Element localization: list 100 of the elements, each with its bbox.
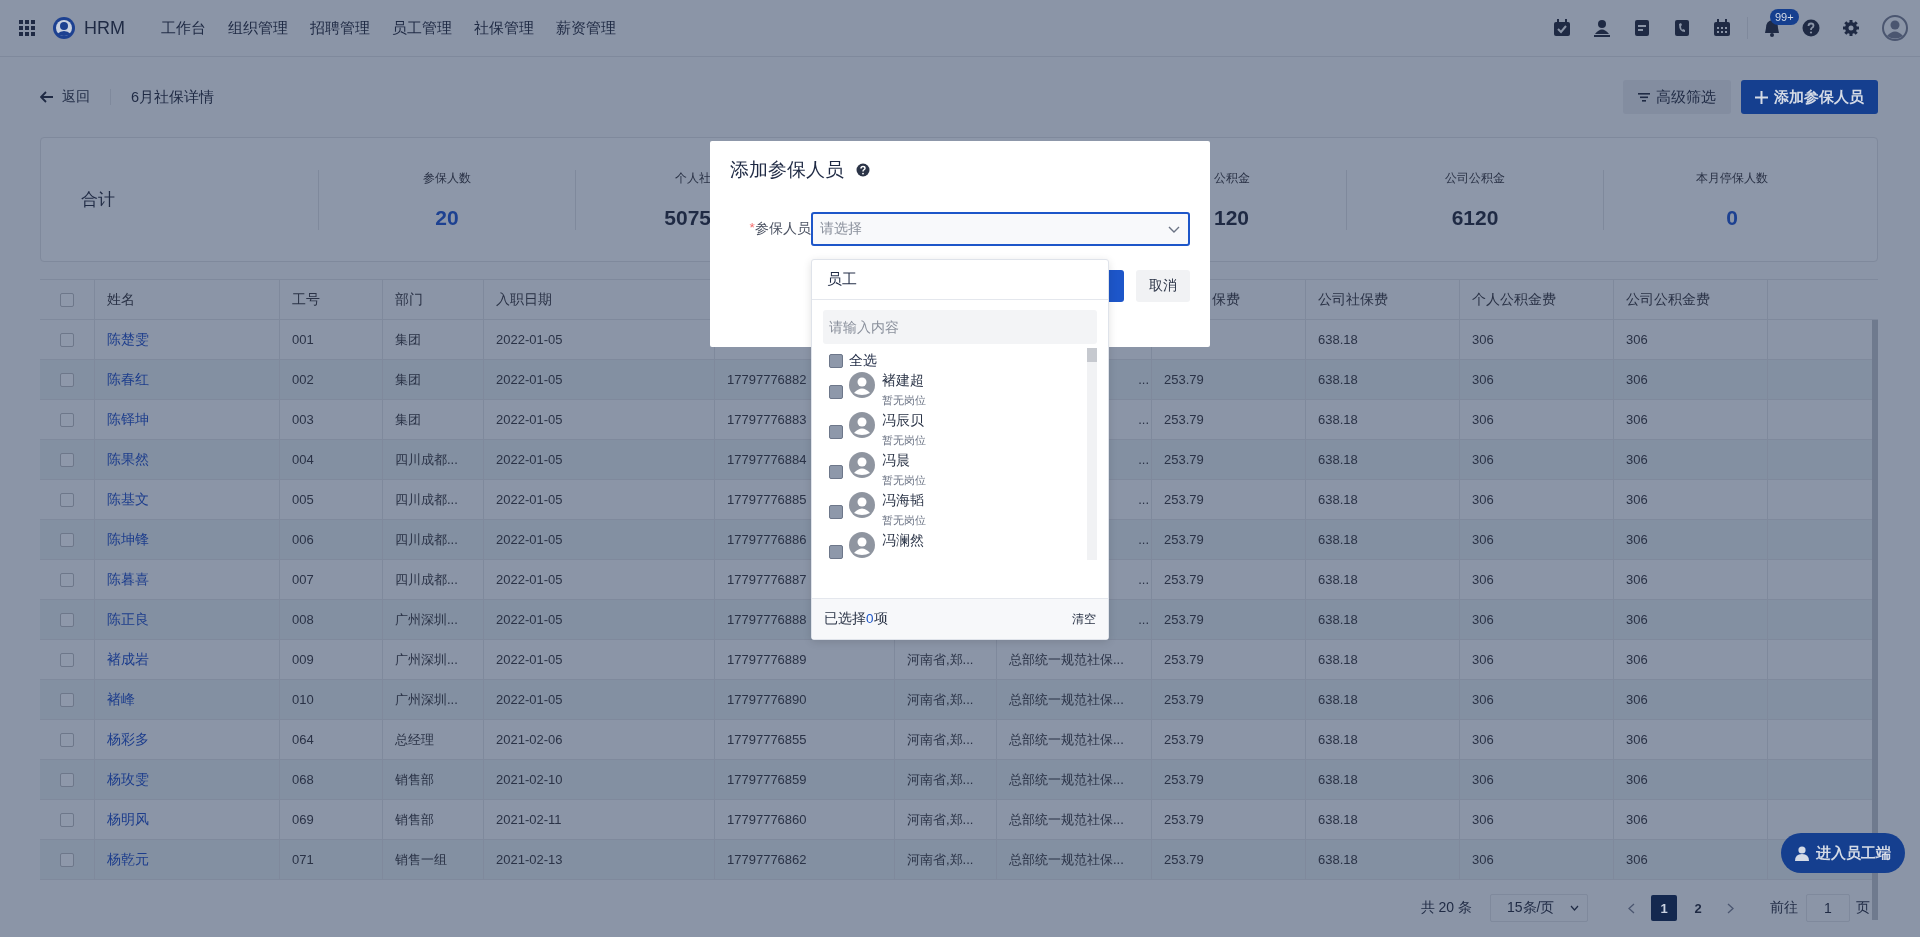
employee-name-link[interactable]: 陈果然 [107,450,149,469]
row-checkbox[interactable] [60,332,74,347]
chevron-right-icon[interactable] [1727,902,1734,914]
page-button[interactable]: 1 [1651,895,1677,921]
table-cell: 638.18 [1318,532,1358,547]
row-checkbox[interactable] [60,412,74,427]
select-all-checkbox[interactable] [829,354,843,368]
table-cell: 河南省,郑... [907,690,974,709]
nav-menu-item[interactable]: 招聘管理 [310,18,370,38]
avatar-icon [849,412,875,438]
settings-icon[interactable] [1842,19,1860,37]
employee-checkbox[interactable] [829,425,843,439]
nav-menu-item[interactable]: 员工管理 [392,18,452,38]
employee-name-link[interactable]: 褚峰 [107,690,135,709]
employee-name-link[interactable]: 杨彩多 [107,730,149,749]
help-icon[interactable] [1802,19,1820,37]
row-checkbox[interactable] [60,572,74,587]
add-member-button[interactable]: 添加参保人员 [1741,80,1878,114]
employee-name-link[interactable]: 陈楚雯 [107,330,149,349]
employee-name-link[interactable]: 陈暮喜 [107,570,149,589]
table-cell: 306 [1472,452,1494,467]
table-cell: 306 [1472,732,1494,747]
row-checkbox[interactable] [60,532,74,547]
nav-menu-item[interactable]: 工作台 [161,18,206,38]
row-checkbox[interactable] [60,812,74,827]
table-cell: 河南省,郑... [907,770,974,789]
table-cell: 638.18 [1318,812,1358,827]
phone-book-icon[interactable] [1673,19,1691,37]
chevron-left-icon[interactable] [1628,902,1635,914]
nav-menu-item[interactable]: 薪资管理 [556,18,616,38]
calendar-check-icon[interactable] [1553,19,1571,37]
table-cell: 306 [1626,412,1648,427]
goto-label: 前往 [1770,899,1798,917]
avatar-icon [849,532,875,558]
row-checkbox[interactable] [60,612,74,627]
employee-checkbox[interactable] [829,465,843,479]
calendar-icon[interactable] [1713,19,1731,37]
page-size-select[interactable]: 15条/页 [1490,894,1588,922]
table-cell: 069 [292,812,314,827]
table-cell: 17797776883 [727,412,807,427]
employee-name-link[interactable]: 陈正良 [107,610,149,629]
stat-value: 120 [1214,205,1250,230]
field-label-text: 参保人员 [754,220,811,238]
apps-grid-icon[interactable] [19,20,35,36]
scrollbar[interactable] [1087,348,1097,560]
table-cell: 306 [1626,572,1648,587]
employee-name-link[interactable]: 陈春红 [107,370,149,389]
row-checkbox[interactable] [60,372,74,387]
row-checkbox[interactable] [60,692,74,707]
employee-name-link[interactable]: 褚成岩 [107,650,149,669]
row-checkbox[interactable] [60,852,74,867]
column-header: 工号 [292,290,320,309]
back-link[interactable]: 返回 [40,88,90,106]
row-checkbox[interactable] [60,652,74,667]
table-cell: 2021-02-13 [496,852,563,867]
row-checkbox[interactable] [60,732,74,747]
employee-position: 暂无岗位 [882,513,926,528]
page-number-field[interactable]: 1 [1806,894,1850,922]
table-cell: 638.18 [1318,412,1358,427]
table-cell: 638.18 [1318,772,1358,787]
table-cell: 253.79 [1164,852,1204,867]
nav-menu-item[interactable]: 组织管理 [228,18,288,38]
member-select[interactable]: 请选择 [810,212,1190,246]
stat-value: 0 [1726,205,1738,230]
employee-portal-button[interactable]: 进入员工端 [1781,833,1905,873]
employee-name-link[interactable]: 陈基文 [107,490,149,509]
clear-link[interactable]: 清空 [1072,611,1096,627]
select-all-checkbox[interactable] [60,292,74,307]
employee-name-link[interactable]: 杨明风 [107,810,149,829]
page-button[interactable]: 2 [1685,895,1711,921]
nav-menu-item[interactable]: 社保管理 [474,18,534,38]
employee-name-link[interactable]: 陈铎坤 [107,410,149,429]
row-checkbox[interactable] [60,772,74,787]
table-cell: 253.79 [1164,492,1204,507]
employee-checkbox[interactable] [829,385,843,399]
table-cell: 306 [1626,692,1648,707]
table-cell: 广州深圳... [395,690,458,709]
employee-checkbox[interactable] [829,505,843,519]
select-placeholder: 请选择 [819,220,862,238]
employee-checkbox[interactable] [829,545,843,559]
table-cell: 17797776882 [727,372,807,387]
advanced-filter-button[interactable]: 高级筛选 [1623,80,1731,114]
row-checkbox[interactable] [60,452,74,467]
table-cell: 2021-02-10 [496,772,563,787]
user-card-icon[interactable] [1593,19,1611,37]
table-cell: 17797776887 [727,572,807,587]
employee-name-link[interactable]: 杨玫雯 [107,770,149,789]
plus-icon [1755,90,1768,104]
table-cell: 638.18 [1318,692,1358,707]
cancel-button[interactable]: 取消 [1136,270,1190,302]
employee-name-link[interactable]: 陈坤锋 [107,530,149,549]
employee-name-link[interactable]: 杨乾元 [107,850,149,869]
help-icon [856,163,870,177]
row-checkbox[interactable] [60,492,74,507]
caret-icon [1570,905,1579,911]
search-field[interactable]: 请输入内容 [823,310,1097,344]
document-icon[interactable] [1633,19,1651,37]
brand-name: HRM [84,17,125,39]
avatar-icon[interactable] [1882,15,1908,41]
table-cell: 253.79 [1164,732,1204,747]
